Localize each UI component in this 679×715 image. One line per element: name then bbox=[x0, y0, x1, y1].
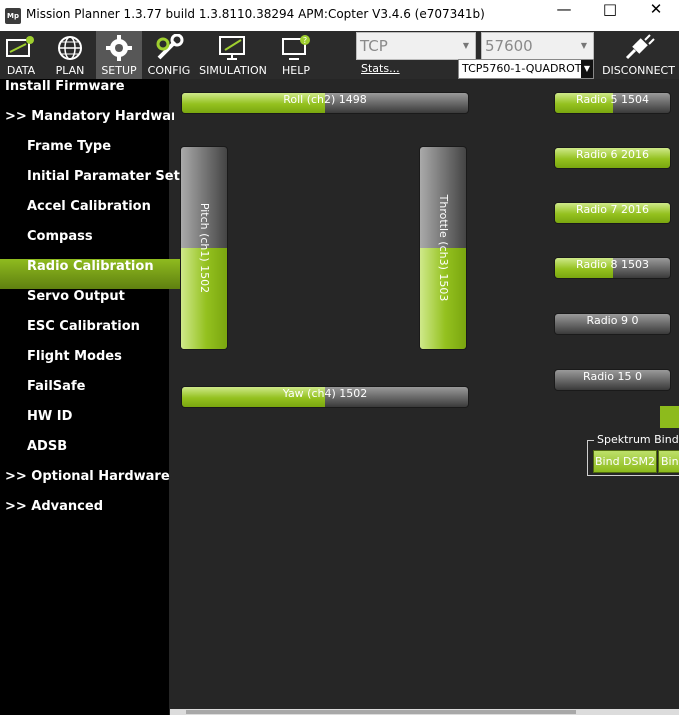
radio-5-bar: Radio 5 1504 bbox=[555, 93, 670, 113]
sidebar-item-esc-calibration[interactable]: ESC Calibration bbox=[0, 319, 196, 349]
yaw-channel-bar: Yaw (ch4) 1502 bbox=[182, 387, 468, 407]
sidebar-item-compass[interactable]: Compass bbox=[0, 229, 196, 259]
data-icon bbox=[6, 36, 34, 57]
sidebar-item-flight-modes[interactable]: Flight Modes bbox=[0, 349, 196, 379]
sidebar-item-frame-type[interactable]: Frame Type bbox=[0, 139, 196, 169]
toolbar-plan-label: PLAN bbox=[55, 64, 85, 77]
baud-rate-select[interactable]: 57600 ▼ bbox=[481, 32, 594, 60]
window-title: Mission Planner 1.3.77 build 1.3.8110.38… bbox=[26, 7, 485, 21]
toolbar-data-button[interactable]: DATA bbox=[0, 31, 42, 79]
radio-15-bar: Radio 15 0 bbox=[555, 370, 670, 390]
bind-dsm2-button[interactable]: Bind DSM2 bbox=[593, 450, 657, 473]
sidebar-item-hw-id[interactable]: HW ID bbox=[0, 409, 196, 439]
toolbar-simulation-label: SIMULATION bbox=[199, 64, 267, 77]
radio-8-bar: Radio 8 1503 bbox=[555, 258, 670, 278]
toolbar-setup-label: SETUP bbox=[101, 64, 137, 77]
title-bar: Mp Mission Planner 1.3.77 build 1.3.8110… bbox=[0, 0, 679, 31]
radio-9-bar: Radio 9 0 bbox=[555, 314, 670, 334]
sidebar-item-accel-calibration[interactable]: Accel Calibration bbox=[0, 199, 196, 229]
sidebar-item-optional-hardware[interactable]: >> Optional Hardware bbox=[0, 469, 174, 499]
sidebar-item-servo-output[interactable]: Servo Output bbox=[0, 289, 196, 319]
minimize-button[interactable]: — bbox=[541, 0, 587, 31]
radio-5-label: Radio 5 1504 bbox=[576, 93, 649, 106]
radio-6-label: Radio 6 2016 bbox=[576, 148, 649, 161]
radio-15-label: Radio 15 0 bbox=[583, 370, 642, 383]
radio-9-label: Radio 9 0 bbox=[586, 314, 639, 327]
sidebar-item-initial-parameter-setup[interactable]: Initial Paramater Setup bbox=[0, 169, 196, 199]
sidebar-item-label: Radio Calibration bbox=[27, 259, 154, 274]
spektrum-bind-title: Spektrum Bind bbox=[594, 433, 679, 446]
scrollbar-thumb[interactable] bbox=[186, 710, 576, 714]
svg-text:?: ? bbox=[303, 36, 307, 45]
radio-8-label: Radio 8 1503 bbox=[576, 258, 649, 271]
sidebar-item-advanced[interactable]: >> Advanced bbox=[0, 499, 174, 529]
sidebar-item-install-firmware[interactable]: Install Firmware bbox=[0, 79, 174, 109]
throttle-channel-bar: Throttle (ch3) 1503 bbox=[420, 147, 466, 349]
help-monitor-icon: ? bbox=[282, 35, 310, 60]
toolbar-simulation-button[interactable]: SIMULATION bbox=[196, 31, 270, 79]
yaw-bar-label: Yaw (ch4) 1502 bbox=[282, 387, 368, 400]
toolbar-config-button[interactable]: CONFIG bbox=[146, 31, 192, 79]
plug-icon bbox=[625, 34, 655, 60]
toolbar-config-label: CONFIG bbox=[147, 64, 191, 77]
green-indicator[interactable] bbox=[660, 406, 679, 428]
horizontal-scrollbar[interactable] bbox=[170, 709, 679, 715]
toolbar-plan-button[interactable]: PLAN bbox=[48, 31, 92, 79]
sidebar-item-failsafe[interactable]: FailSafe bbox=[0, 379, 196, 409]
baud-rate-value: 57600 bbox=[485, 37, 533, 55]
connection-type-select[interactable]: TCP ▼ bbox=[356, 32, 476, 60]
main-toolbar: DATA PLAN SETUP CONFIG SIMULATION ? HELP… bbox=[0, 31, 679, 79]
globe-icon bbox=[58, 36, 82, 60]
setup-sidebar: Install Firmware >> Mandatory Hardware F… bbox=[0, 79, 196, 715]
disconnect-label: DISCONNECT bbox=[602, 64, 675, 77]
close-button[interactable]: ✕ bbox=[633, 0, 679, 31]
disconnect-button[interactable]: DISCONNECT bbox=[598, 31, 679, 79]
sidebar-item-adsb[interactable]: ADSB bbox=[0, 439, 196, 469]
vehicle-select[interactable]: TCP5760-1-QUADROTO ▼ bbox=[458, 59, 594, 79]
toolbar-data-label: DATA bbox=[6, 64, 36, 77]
chevron-down-icon: ▼ bbox=[581, 60, 593, 78]
app-icon: Mp bbox=[5, 8, 21, 24]
toolbar-setup-button[interactable]: SETUP bbox=[96, 31, 142, 79]
maximize-button[interactable]: □ bbox=[587, 0, 633, 31]
wrench-icon bbox=[156, 34, 184, 60]
pitch-channel-bar: Pitch (ch1) 1502 bbox=[181, 147, 227, 349]
vehicle-select-value: TCP5760-1-QUADROTO bbox=[462, 62, 591, 75]
throttle-bar-label: Throttle (ch3) 1503 bbox=[437, 194, 450, 302]
stats-link[interactable]: Stats... bbox=[361, 62, 400, 75]
chevron-down-icon: ▼ bbox=[462, 41, 469, 50]
connection-type-value: TCP bbox=[360, 37, 388, 55]
pitch-bar-label: Pitch (ch1) 1502 bbox=[198, 202, 211, 294]
gear-icon bbox=[106, 35, 132, 61]
bind-dsmx-button[interactable]: Bind DSMX bbox=[658, 450, 679, 473]
radio-7-label: Radio 7 2016 bbox=[576, 203, 649, 216]
radio-6-bar: Radio 6 2016 bbox=[555, 148, 670, 168]
sidebar-item-mandatory-hardware[interactable]: >> Mandatory Hardware bbox=[0, 109, 174, 139]
roll-channel-bar: Roll (ch2) 1498 bbox=[182, 93, 468, 113]
roll-bar-label: Roll (ch2) 1498 bbox=[283, 93, 367, 106]
toolbar-help-label: HELP bbox=[282, 64, 310, 77]
chevron-down-icon: ▼ bbox=[580, 41, 587, 50]
toolbar-help-button[interactable]: ? HELP bbox=[272, 31, 320, 79]
sidebar-item-radio-calibration[interactable]: Radio Calibration bbox=[0, 259, 196, 289]
monitor-icon bbox=[219, 36, 245, 60]
radio-7-bar: Radio 7 2016 bbox=[555, 203, 670, 223]
